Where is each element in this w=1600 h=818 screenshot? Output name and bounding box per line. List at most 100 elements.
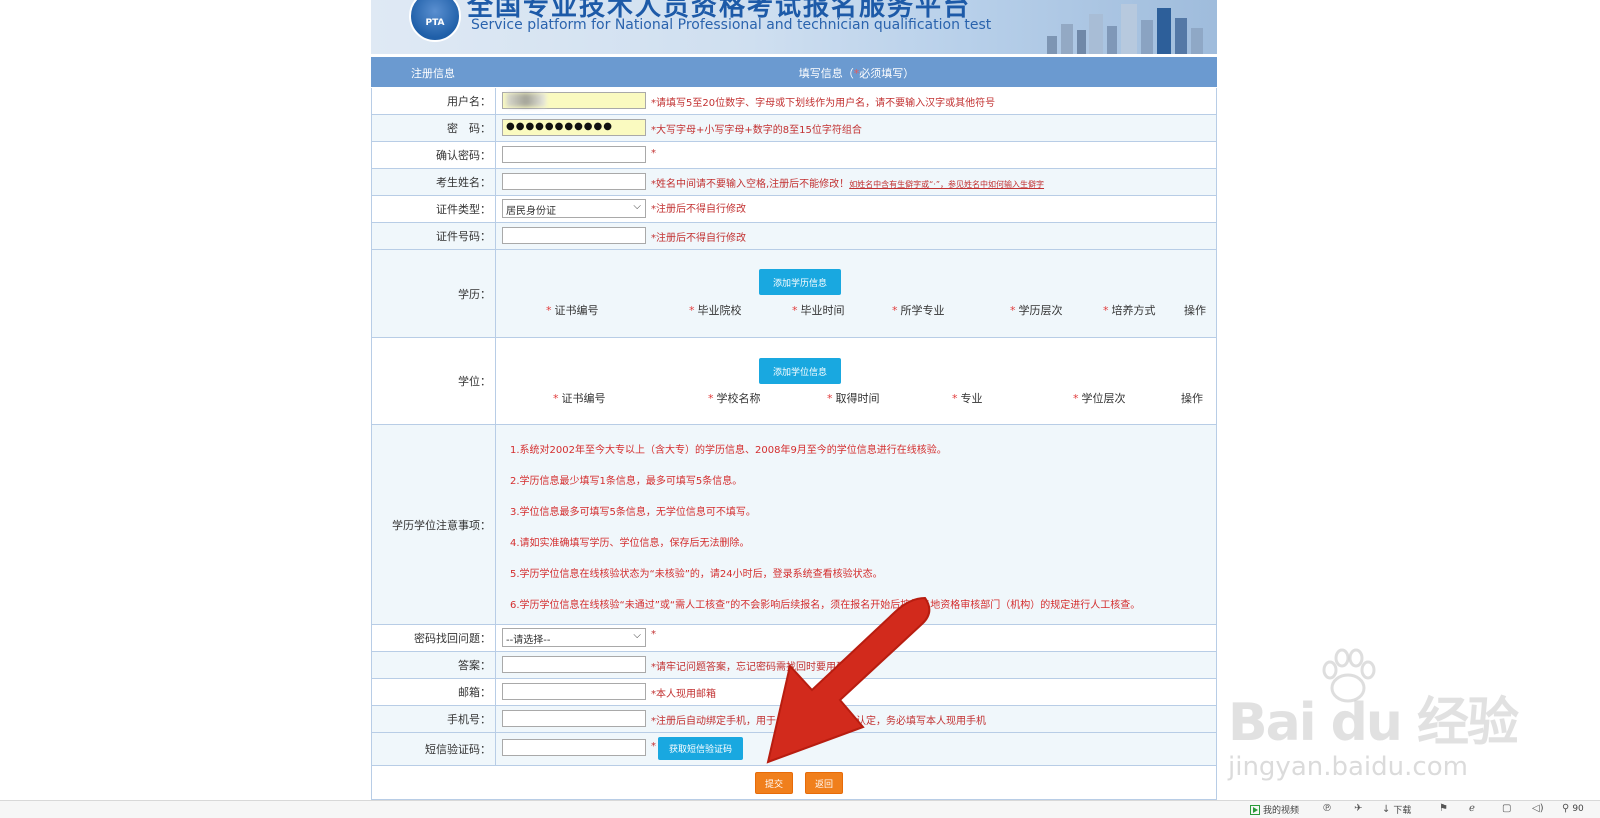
answer-input[interactable]: [502, 656, 646, 673]
degree-col-time: * 取得时间: [827, 392, 880, 405]
row-education: 学历： 添加学历信息 * 证书编号 * 毕业院校 * 毕业时间 * 所学专业 * 学历层次…: [371, 250, 1217, 338]
security-question-label: 密码找回问题：: [372, 625, 496, 651]
row-confirm-password: 确认密码： *: [371, 142, 1217, 169]
id-type-hint: *注册后不得自行修改: [651, 204, 746, 215]
degree-col-level: * 学位层次: [1073, 392, 1126, 405]
education-col-level: * 学历层次: [1010, 304, 1063, 317]
note-item: 3.学位信息最多可填写5条信息，无学位信息可不填写。: [510, 507, 756, 518]
sms-code-label: 短信验证码：: [372, 733, 496, 765]
form-header-row: 注册信息 填写信息（*必须填写）: [371, 57, 1217, 87]
id-number-hint: *注册后不得自行修改: [651, 233, 746, 244]
confirm-password-hint: *: [651, 148, 656, 159]
degree-col-school: * 学校名称: [708, 392, 761, 405]
flag-icon[interactable]: ⚑: [1439, 803, 1448, 814]
education-col-school: * 毕业院校: [689, 304, 742, 317]
back-button[interactable]: 返回: [805, 772, 843, 794]
phone-label: 手机号：: [372, 706, 496, 732]
registration-page: PTA 全国专业技术人员资格考试报名服务平台 Service platform …: [371, 0, 1217, 800]
watermark-url: jingyan.baidu.com: [1228, 752, 1468, 782]
row-degree: 学位： 添加学位信息 * 证书编号 * 学校名称 * 取得时间 * 专业 * 学位层次 操…: [371, 338, 1217, 425]
id-type-select[interactable]: 居民身份证 ⌵: [502, 199, 646, 218]
add-education-button[interactable]: 添加学历信息: [759, 269, 841, 295]
banner-title-en: Service platform for National Profession…: [471, 17, 992, 33]
education-label: 学历：: [372, 250, 496, 337]
id-number-input[interactable]: [502, 227, 646, 244]
email-label: 邮箱：: [372, 679, 496, 705]
row-id-number: 证件号码： *注册后不得自行修改: [371, 223, 1217, 250]
email-hint: *本人现用邮箱: [651, 689, 716, 700]
sms-code-input[interactable]: [502, 739, 646, 756]
zoom-control[interactable]: ⚲ 90: [1562, 803, 1584, 814]
note-item: 1.系统对2002年至今大专以上（含大专）的学历信息、2008年9月至今的学位信…: [510, 445, 947, 456]
row-sms-code: 短信验证码： * 获取短信验证码: [371, 733, 1217, 766]
browser-e-icon[interactable]: ℯ: [1469, 803, 1475, 814]
row-id-type: 证件类型： 居民身份证 ⌵ *注册后不得自行修改: [371, 196, 1217, 223]
chevron-down-icon: ⌵: [633, 630, 641, 641]
degree-col-action: 操作: [1181, 392, 1203, 405]
submit-button[interactable]: 提交: [755, 772, 793, 794]
row-candidate-name: 考生姓名： *姓名中间请不要输入空格,注册后不能修改！如姓名中含有生僻字或“·”…: [371, 169, 1217, 196]
window-icon[interactable]: ▢: [1502, 803, 1511, 814]
watermark-brand: Bai du 经验: [1228, 693, 1519, 753]
degree-col-cert-no: * 证书编号: [553, 392, 606, 405]
row-username: 用户名： *请填写5至20位数字、字母或下划线作为用户名，请不要输入汉字或其他符…: [371, 88, 1217, 115]
candidate-name-label: 考生姓名：: [372, 169, 496, 195]
answer-label: 答案：: [372, 652, 496, 678]
password-input[interactable]: ●●●●●●●●●●●: [502, 119, 646, 136]
download-icon: ↓: [1382, 804, 1391, 815]
site-banner: PTA 全国专业技术人员资格考试报名服务平台 Service platform …: [371, 0, 1217, 54]
email-input[interactable]: [502, 683, 646, 700]
download-button[interactable]: ↓ 下载: [1382, 803, 1411, 816]
confirm-password-label: 确认密码：: [372, 142, 496, 168]
volume-icon[interactable]: ◁): [1532, 803, 1544, 814]
note-item: 5.学历学位信息在线核验状态为“未核验”的，请24小时后，登录系统查看核验状态。: [510, 569, 883, 580]
phone-hint: *注册后自动绑定手机，用于一些重要操作身份认定，务必填写本人现用手机: [651, 716, 986, 727]
username-label: 用户名：: [372, 88, 496, 114]
username-blurred-value: [506, 93, 546, 107]
row-answer: 答案： *请牢记问题答案，忘记密码需找回时要用到: [371, 652, 1217, 679]
security-question-select[interactable]: --请选择-- ⌵: [502, 628, 646, 647]
video-play-icon: [1250, 804, 1260, 815]
confirm-password-input[interactable]: [502, 146, 646, 163]
password-hint: *大写字母+小写字母+数字的8至15位字符组合: [651, 125, 862, 136]
ie-icon[interactable]: ℗: [1322, 803, 1332, 814]
row-education-notes: 学历学位注意事项： 1.系统对2002年至今大专以上（含大专）的学历信息、200…: [371, 425, 1217, 625]
education-col-action: 操作: [1184, 304, 1206, 317]
id-number-label: 证件号码：: [372, 223, 496, 249]
header-register-info: 注册信息: [411, 67, 455, 80]
note-item: 4.请如实准确填写学历、学位信息，保存后无法删除。: [510, 538, 750, 549]
pin-icon[interactable]: ✈: [1354, 803, 1362, 814]
phone-input[interactable]: [502, 710, 646, 727]
answer-hint: *请牢记问题答案，忘记密码需找回时要用到: [651, 662, 846, 673]
education-col-mode: * 培养方式: [1103, 304, 1156, 317]
city-skyline-image: [1047, 4, 1203, 54]
sms-code-hint: *: [651, 741, 656, 752]
add-degree-button[interactable]: 添加学位信息: [759, 358, 841, 384]
education-col-major: * 所学专业: [892, 304, 945, 317]
rare-character-help-link[interactable]: 如姓名中含有生僻字或“·”，参见姓名中如何输入生僻字: [849, 180, 1044, 189]
get-sms-code-button[interactable]: 获取短信验证码: [658, 737, 743, 760]
my-videos-button[interactable]: 我的视频: [1250, 803, 1299, 816]
chevron-down-icon: ⌵: [633, 201, 641, 212]
baidu-watermark: Bai du 经验 jingyan.baidu.com: [1228, 640, 1528, 800]
security-question-hint: *: [651, 629, 656, 640]
search-icon: ⚲: [1562, 803, 1570, 814]
header-fill-info: 填写信息（*必须填写）: [798, 67, 915, 80]
browser-status-bar: 我的视频 ℗ ✈ ↓ 下载 ⚑ ℯ ▢ ◁) ⚲ 90: [0, 800, 1600, 818]
password-label: 密 码：: [372, 115, 496, 141]
education-col-grad-time: * 毕业时间: [792, 304, 845, 317]
pta-logo: PTA: [409, 0, 461, 42]
row-password: 密 码： ●●●●●●●●●●● *大写字母+小写字母+数字的8至15位字符组合: [371, 115, 1217, 142]
id-type-label: 证件类型：: [372, 196, 496, 222]
candidate-name-hint: *姓名中间请不要输入空格,注册后不能修改！如姓名中含有生僻字或“·”，参见姓名中…: [651, 179, 1045, 190]
note-item: 2.学历信息最少填写1条信息，最多可填写5条信息。: [510, 476, 743, 487]
row-phone: 手机号： *注册后自动绑定手机，用于一些重要操作身份认定，务必填写本人现用手机: [371, 706, 1217, 733]
note-item: 6.学历学位信息在线核验“未通过”或“需人工核查”的不会影响后续报名，须在报名开…: [510, 600, 1141, 611]
education-notes-label: 学历学位注意事项：: [372, 425, 496, 624]
education-col-cert-no: * 证书编号: [546, 304, 599, 317]
degree-label: 学位：: [372, 338, 496, 424]
row-email: 邮箱： *本人现用邮箱: [371, 679, 1217, 706]
form-actions-row: 提交 返回: [371, 766, 1217, 800]
row-security-question: 密码找回问题： --请选择-- ⌵ *: [371, 625, 1217, 652]
candidate-name-input[interactable]: [502, 173, 646, 190]
